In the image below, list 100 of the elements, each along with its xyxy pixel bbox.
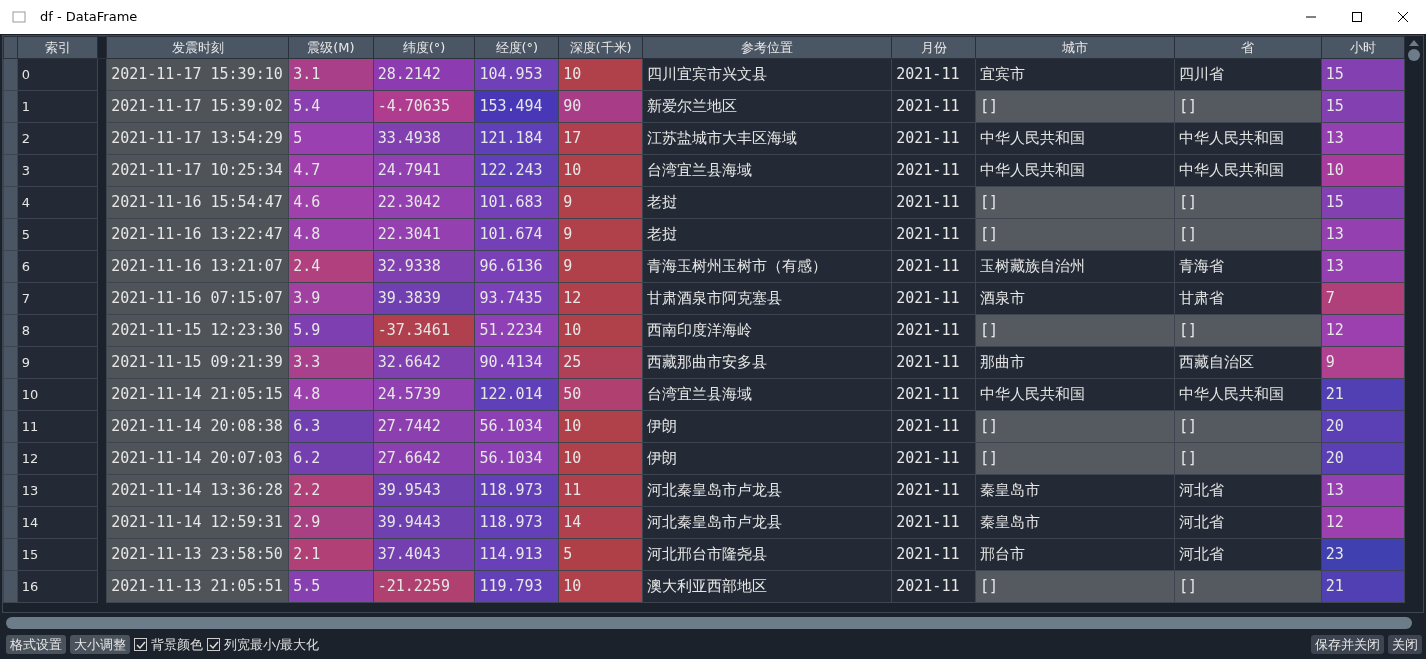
row-handle[interactable]	[3, 506, 18, 539]
row-index: 2	[17, 122, 98, 155]
column-header[interactable]: 城市	[975, 36, 1175, 59]
table-cell: -21.2259	[373, 570, 475, 603]
vertical-scroll-thumb[interactable]	[1408, 49, 1421, 61]
row-index: 4	[17, 186, 98, 219]
table-cell: 秦皇岛市	[975, 474, 1175, 507]
table-cell: 2021-11-16 15:54:47	[106, 186, 289, 219]
row-index: 9	[17, 346, 98, 379]
row-handle[interactable]	[3, 250, 18, 283]
table-cell: 39.9443	[373, 506, 475, 539]
row-index: 7	[17, 282, 98, 315]
app-icon	[12, 10, 26, 24]
row-handle[interactable]	[3, 154, 18, 187]
row-handle[interactable]	[3, 58, 18, 91]
row-handle[interactable]	[3, 538, 18, 571]
table-cell: []	[975, 570, 1175, 603]
table-cell: 2021-11	[891, 250, 976, 283]
table-cell: 90	[558, 90, 643, 123]
table-cell: 2021-11-14 20:07:03	[106, 442, 289, 475]
table-cell: 114.913	[474, 538, 559, 571]
table-cell: 2021-11	[891, 58, 976, 91]
checkbox[interactable]	[134, 638, 147, 652]
column-header[interactable]: 索引	[17, 36, 98, 59]
table-cell: 秦皇岛市	[975, 506, 1175, 539]
checkbox-label: 背景颜色	[151, 636, 203, 654]
row-handle[interactable]	[3, 122, 18, 155]
table-cell: 10	[558, 314, 643, 347]
toolbar-button[interactable]: 大小调整	[70, 635, 130, 655]
row-handle[interactable]	[3, 282, 18, 315]
table-cell: 101.674	[474, 218, 559, 251]
row-handle[interactable]	[3, 378, 18, 411]
table-cell: 2.9	[288, 506, 374, 539]
row-handle[interactable]	[3, 186, 18, 219]
table-cell: []	[1174, 186, 1322, 219]
table-cell: 5	[288, 122, 374, 155]
table-cell: 中华人民共和国	[975, 154, 1175, 187]
table-cell: 14	[558, 506, 643, 539]
table-cell: 23	[1321, 538, 1405, 571]
table-cell: 西藏那曲市安多县	[642, 346, 892, 379]
table-cell: 5.5	[288, 570, 374, 603]
toolbar-button[interactable]: 格式设置	[6, 635, 66, 655]
table-cell: 24.5739	[373, 378, 475, 411]
column-header[interactable]: 月份	[891, 36, 976, 59]
column-header[interactable]: 参考位置	[642, 36, 892, 59]
table-cell: 39.3839	[373, 282, 475, 315]
column-header[interactable]: 纬度(°)	[373, 36, 475, 59]
horizontal-scrollbar[interactable]	[6, 617, 1412, 629]
corner-header[interactable]	[3, 36, 18, 59]
table-cell: 15	[1321, 90, 1405, 123]
table-cell: 中华人民共和国	[1174, 122, 1322, 155]
table-cell: 56.1034	[474, 442, 559, 475]
row-handle[interactable]	[3, 474, 18, 507]
row-index: 12	[17, 442, 98, 475]
row-index: 3	[17, 154, 98, 187]
row-handle[interactable]	[3, 90, 18, 123]
column-header[interactable]: 发震时刻	[106, 36, 289, 59]
column-header[interactable]: 经度(°)	[474, 36, 559, 59]
table-cell: 宜宾市	[975, 58, 1175, 91]
column-header[interactable]: 深度(千米)	[558, 36, 643, 59]
action-button[interactable]: 关闭	[1388, 635, 1422, 655]
table-cell: []	[975, 90, 1175, 123]
row-handle[interactable]	[3, 218, 18, 251]
table-cell: 90.4134	[474, 346, 559, 379]
row-handle[interactable]	[3, 410, 18, 443]
table-cell: 2021-11-17 15:39:02	[106, 90, 289, 123]
table-cell: 西藏自治区	[1174, 346, 1322, 379]
column-header[interactable]: 小时	[1321, 36, 1405, 59]
row-handle[interactable]	[3, 314, 18, 347]
column-header[interactable]: 震级(M)	[288, 36, 374, 59]
table-cell: 中华人民共和国	[1174, 378, 1322, 411]
row-index: 0	[17, 58, 98, 91]
table-cell: 39.9543	[373, 474, 475, 507]
table-cell: 老挝	[642, 218, 892, 251]
row-handle[interactable]	[3, 442, 18, 475]
table-cell: 邢台市	[975, 538, 1175, 571]
row-handle[interactable]	[3, 570, 18, 603]
table-cell: 中华人民共和国	[975, 378, 1175, 411]
row-handle[interactable]	[3, 346, 18, 379]
row-index: 14	[17, 506, 98, 539]
action-button[interactable]: 保存并关闭	[1311, 635, 1384, 655]
table-cell: 2021-11	[891, 186, 976, 219]
table-cell: 2021-11-16 13:22:47	[106, 218, 289, 251]
checkbox[interactable]	[207, 638, 220, 652]
table-cell: 22.3041	[373, 218, 475, 251]
scroll-up-icon[interactable]	[1409, 40, 1420, 46]
table-cell: 13	[1321, 474, 1405, 507]
table-cell: 河北秦皇岛市卢龙县	[642, 506, 892, 539]
table-cell: 2021-11	[891, 410, 976, 443]
table-cell: 50	[558, 378, 643, 411]
table-cell: 24.7941	[373, 154, 475, 187]
table-cell: 20	[1321, 410, 1405, 443]
table-cell: 25	[558, 346, 643, 379]
table-cell: 3.3	[288, 346, 374, 379]
column-header[interactable]: 省	[1174, 36, 1322, 59]
table-cell: 2021-11	[891, 378, 976, 411]
table-cell: 青海玉树州玉树市（有感）	[642, 250, 892, 283]
table-cell: 青海省	[1174, 250, 1322, 283]
table-cell: 27.7442	[373, 410, 475, 443]
table-cell: 56.1034	[474, 410, 559, 443]
